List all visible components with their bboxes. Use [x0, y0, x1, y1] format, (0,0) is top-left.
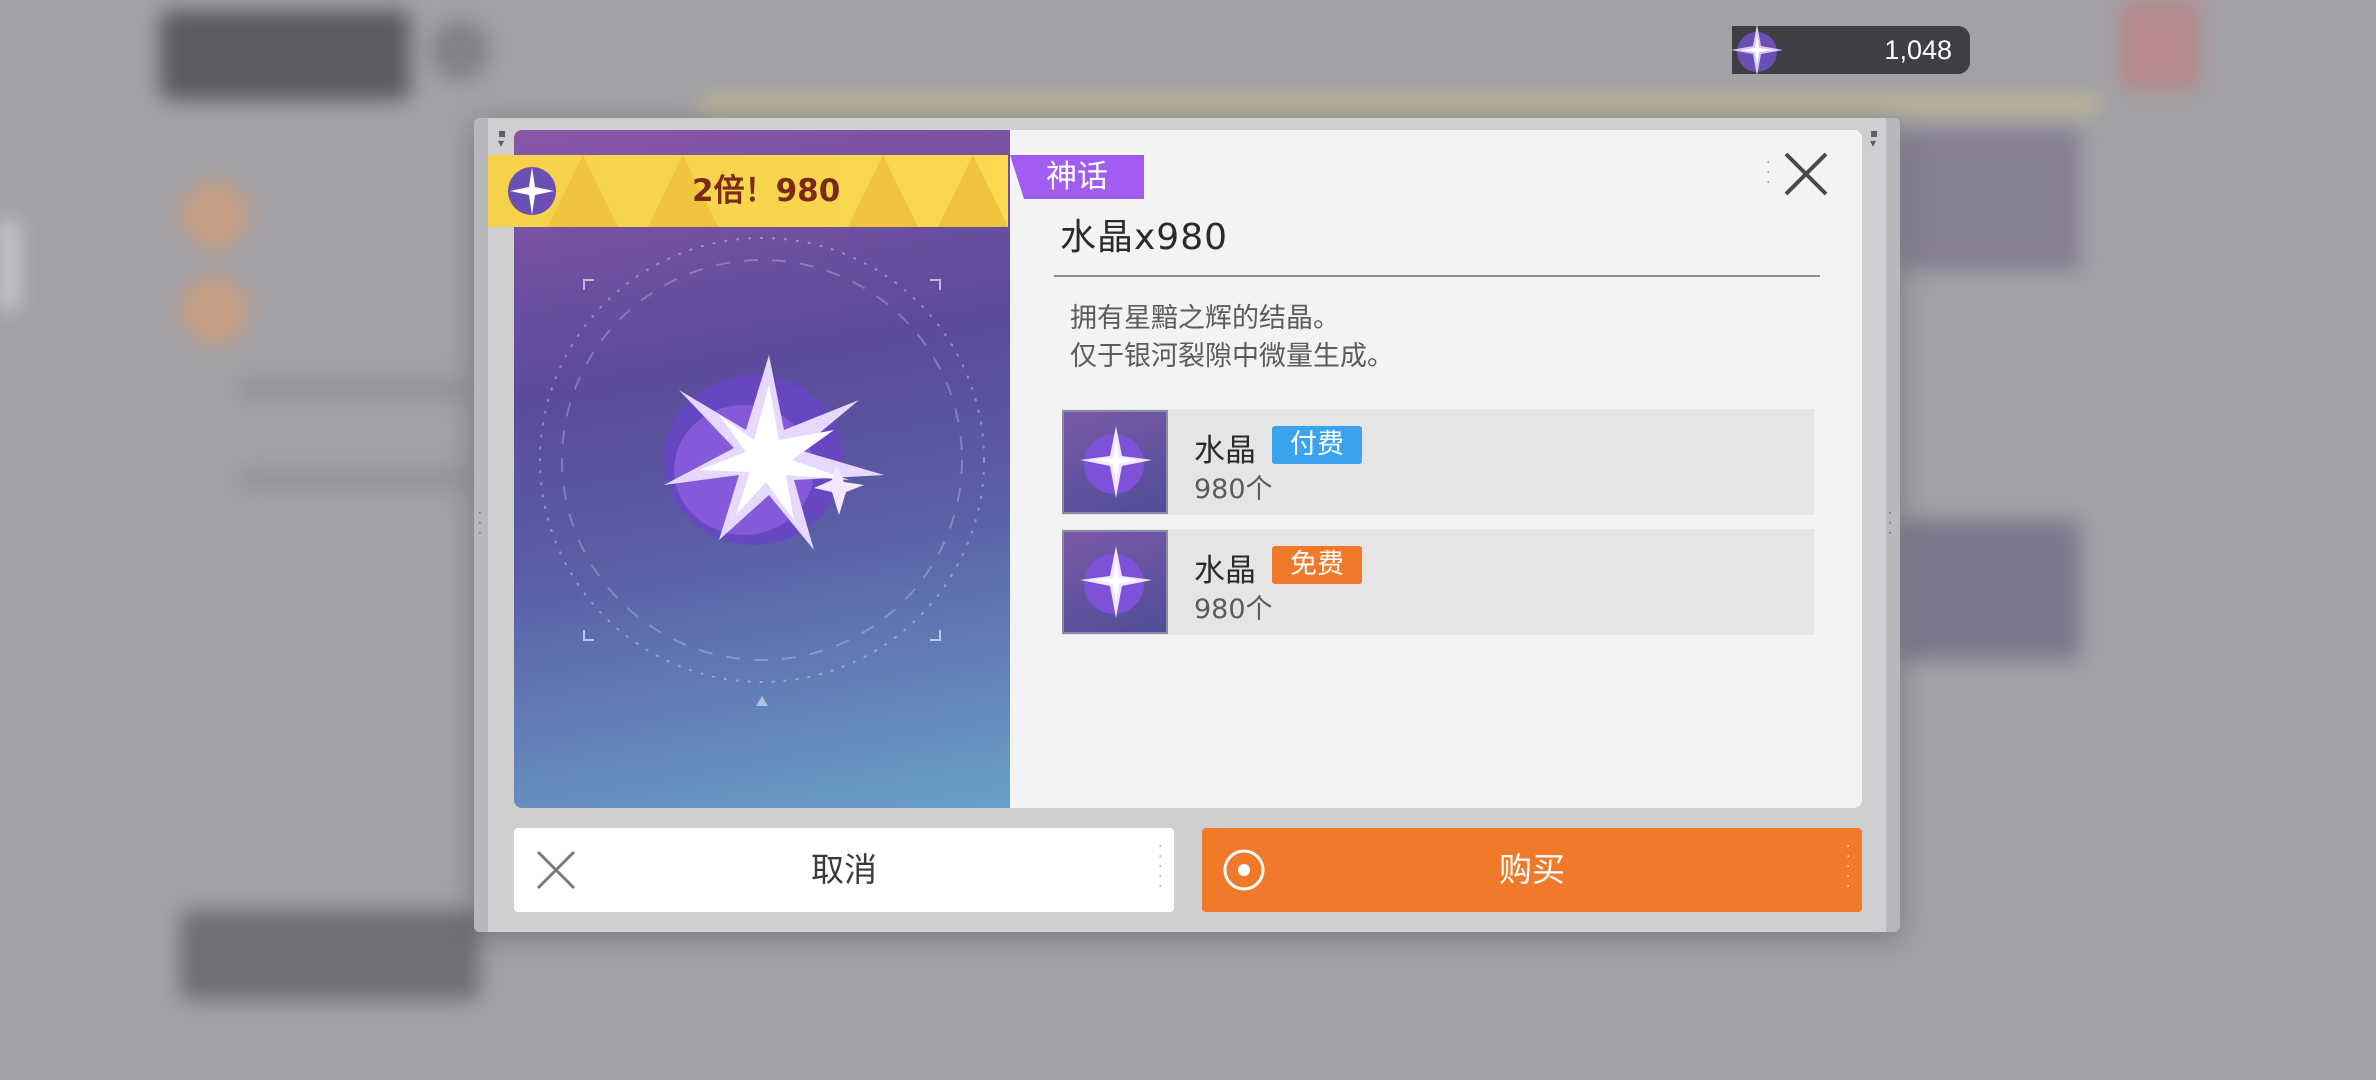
crystal-thumbnail	[1062, 410, 1168, 514]
cancel-button[interactable]: 取消 · · · · ·	[514, 828, 1174, 912]
bonus-label: 2倍！980	[692, 173, 841, 209]
rarity-badge: 神话	[1010, 155, 1144, 199]
cancel-x-icon	[536, 850, 576, 890]
close-icon[interactable]	[1780, 148, 1832, 200]
list-item: 水晶 免费 980个	[1062, 529, 1814, 635]
button-dots-icon: · · · · ·	[1158, 839, 1163, 895]
paid-tag: 付费	[1272, 426, 1362, 464]
item-count: 980个	[1194, 474, 1273, 505]
item-count: 980个	[1194, 594, 1273, 625]
button-dots-icon: · · · · ·	[1846, 839, 1851, 895]
close-dots-icon: · · ·	[1766, 155, 1771, 191]
free-tag: 免费	[1272, 546, 1362, 584]
item-name: 水晶	[1194, 553, 1256, 589]
side-dots-icon: · · ·	[478, 506, 482, 540]
title-divider	[1054, 275, 1820, 277]
list-item: 水晶 付费 980个	[1062, 409, 1814, 515]
bonus-ribbon: 2倍！980	[488, 155, 1008, 227]
item-title: 水晶x980	[1060, 217, 1229, 258]
crystal-illustration	[539, 237, 985, 706]
side-dots-icon: · · ·	[1888, 506, 1892, 540]
description-line: 仅于银河裂隙中微量生成。	[1070, 341, 1394, 372]
cancel-label: 取消	[811, 850, 877, 889]
confirm-circle-icon	[1223, 849, 1265, 891]
item-artwork	[514, 130, 1010, 808]
currency-amount: 1,048	[1884, 35, 1952, 65]
crystal-thumbnail	[1062, 530, 1168, 634]
grip-icon: ▪ ▾	[498, 126, 507, 150]
description-line: 拥有星黯之辉的结晶。	[1070, 303, 1340, 334]
currency-display[interactable]: 1,048	[1731, 24, 1970, 76]
item-name: 水晶	[1194, 433, 1256, 469]
buy-label: 购买	[1499, 850, 1565, 889]
crystal-icon	[1731, 24, 1783, 76]
grip-icon: ▪ ▾	[1870, 126, 1879, 150]
item-description: 拥有星黯之辉的结晶。 仅于银河裂隙中微量生成。	[1070, 300, 1394, 376]
buy-button[interactable]: 购买 · · · · ·	[1202, 828, 1862, 912]
